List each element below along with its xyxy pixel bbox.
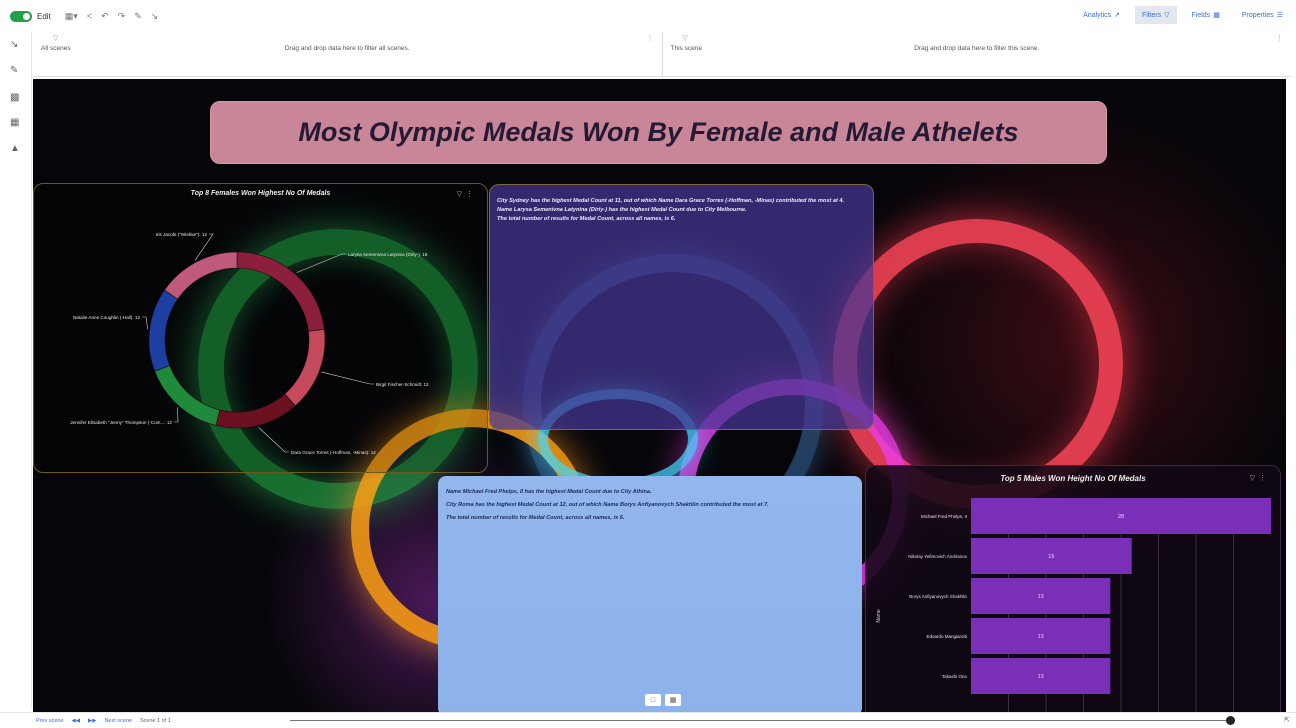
narrative-line: Name Larysa Semenivna Latynina (Diriy-) … [497, 207, 747, 213]
scene-count: Scene 1 of 1 [139, 717, 171, 724]
status-bar: Prev scene ◀◀ ▶▶ Next scene Scene 1 of 1… [0, 712, 1296, 728]
scene-canvas: Most Olympic Medals Won By Female and Ma… [33, 79, 1286, 712]
bar-category-label: Takashi Ono [942, 674, 968, 679]
bar-category-label: Edoardo Mangiarotti [926, 634, 967, 639]
zoom-slider-thumb[interactable] [1226, 716, 1235, 725]
last-scene-icon[interactable]: ▶▶ [88, 718, 96, 724]
bar-value-label: 13 [1038, 634, 1044, 640]
donut-label: Larysa Semenivna Latynina (Diriy-): 18 [348, 252, 428, 257]
donut-label: Birgit Fischer-Schmidt: 12 [376, 382, 429, 387]
filters-label: Filters [1142, 11, 1162, 19]
fields-button[interactable]: Fields ▦ [1185, 6, 1227, 24]
donut-leader-line [296, 253, 346, 273]
bar-category-label: Nikolay Yefimovich Andrianov [908, 554, 968, 559]
select-tool-icon[interactable]: ↘ [10, 40, 18, 50]
grid-menu-icon[interactable]: ▦▾ [65, 11, 78, 21]
left-rail: ↘ ✎ ▩ ▦ ▲ [0, 32, 32, 708]
donut-leader-line [321, 371, 374, 385]
table-tool-icon[interactable]: ▦ [10, 118, 19, 128]
bar-value-label: 13 [1038, 674, 1044, 680]
filter-funnel-icon: ▽ [682, 35, 688, 42]
donut-slice[interactable] [236, 251, 325, 332]
page-title: Most Olympic Medals Won By Female and Ma… [298, 117, 1019, 147]
analytics-icon: ↗ [1114, 12, 1121, 19]
narrative-box-top[interactable]: City Sydney has the highest Medal Count … [489, 184, 874, 430]
female-donut-chart: Larysa Semenivna Latynina (Diriy-): 18 Bi… [70, 232, 429, 455]
chart-tool-icon[interactable]: ▩ [10, 93, 19, 103]
filter-funnel-icon: ▽ [53, 35, 59, 42]
bar-value-label: 13 [1038, 594, 1044, 600]
donut-leader-line [174, 407, 179, 423]
pen-tool-icon[interactable]: ✎ [10, 66, 18, 76]
this-scene-filter[interactable]: ▽ This scene Drag and drop data here to … [661, 32, 1292, 76]
next-scene-link[interactable]: Next scene [104, 718, 132, 724]
donut-leader-line [258, 427, 289, 453]
filter-bar: ▽ All scenes Drag and drop data here to … [33, 32, 1291, 77]
male-bar-panel[interactable]: Top 5 Males Won Height No Of Medals ▽⋮ N… [865, 465, 1281, 712]
narrative-line: City Roma has the highest Medal Count at… [446, 502, 769, 508]
donut-label: Jennifer Elisabeth "Jenny" Thompson (-Cu… [70, 420, 172, 425]
all-scenes-filter[interactable]: ▽ All scenes Drag and drop data here to … [33, 32, 662, 76]
edit-mode-toggle[interactable] [10, 10, 32, 22]
female-donut-panel[interactable]: Top 8 Females Won Highest No Of Medals ▽… [33, 183, 488, 473]
more-icon[interactable]: ⋮ [1276, 34, 1283, 42]
donut-label: Iris Jacobi ("Wiebke"): 12 [156, 232, 208, 237]
toolbar-right: Analytics ↗ Filters ▽ Fields ▦ Propertie… [1076, 6, 1290, 24]
all-scenes-hint: Drag and drop data here to filter all sc… [284, 45, 410, 52]
donut-slice[interactable] [148, 289, 179, 372]
share-icon[interactable]: < [87, 11, 92, 21]
donut-leader-line [142, 316, 148, 330]
first-scene-icon[interactable]: ◀◀ [72, 718, 80, 724]
narrative-box-bottom[interactable]: Name Michael Fred Phelps, II has the hig… [438, 476, 862, 712]
bar-category-label: Michael Fred Phelps, II [921, 514, 967, 519]
top-toolbar: Edit ▦▾ < ↶ ↷ ✎ ↘ Analytics ↗ Filters ▽ … [0, 0, 1296, 32]
mini-pager: □ ▦ [645, 694, 681, 706]
donut-slice[interactable] [215, 393, 296, 429]
pencil-icon[interactable]: ✎ [134, 11, 142, 21]
this-scene-hint: Drag and drop data here to filter this s… [914, 45, 1040, 52]
prev-scene-link[interactable]: Prev scene [36, 718, 64, 724]
bar-value-label: 28 [1118, 514, 1124, 520]
more-icon[interactable]: ⋮ [647, 34, 654, 42]
narrative-line: City Sydney has the highest Medal Count … [497, 198, 845, 204]
grid-icon[interactable]: ▦ [665, 694, 681, 706]
pointer-icon[interactable]: ↘ [151, 11, 159, 21]
narrative-line: Name Michael Fred Phelps, II has the hig… [446, 489, 652, 495]
redo-icon[interactable]: ↷ [118, 11, 126, 21]
donut-slice[interactable] [164, 251, 238, 300]
donut-slice[interactable] [284, 329, 326, 407]
narrative-line: The total number of results for Medal Co… [497, 216, 676, 222]
narrative-line: The total number of results for Medal Co… [446, 515, 625, 521]
title-banner[interactable]: Most Olympic Medals Won By Female and Ma… [210, 101, 1107, 164]
donut-slice[interactable] [154, 365, 221, 426]
filter-icon: ▽ [1164, 12, 1170, 19]
y-axis-label: Name [876, 609, 882, 623]
properties-button[interactable]: Properties ☰ [1235, 6, 1290, 24]
fields-label: Fields [1191, 11, 1211, 19]
table-icon: ▦ [1213, 12, 1220, 19]
properties-label: Properties [1241, 11, 1274, 19]
analytics-label: Analytics [1083, 11, 1112, 19]
undo-icon[interactable]: ↶ [101, 11, 109, 21]
donut-label: Dara Grace Torres (-Hoffman, -Minas): 12 [291, 450, 376, 455]
zoom-slider-track[interactable] [290, 720, 1235, 721]
bar-value-label: 15 [1048, 554, 1054, 560]
analytics-button[interactable]: Analytics ↗ [1076, 6, 1127, 24]
bar-category-label: Borys Anfiyanovych Shakhlin [909, 594, 967, 599]
sliders-icon: ☰ [1276, 12, 1283, 19]
filters-button[interactable]: Filters ▽ [1135, 6, 1177, 24]
donut-label: Natalie Anne Coughlin (-Hall): 12 [73, 315, 140, 320]
edit-mode-label: Edit [37, 11, 51, 21]
toolbar-actions: ▦▾ < ↶ ↷ ✎ ↘ [65, 11, 159, 21]
male-bar-chart: Name Michael Fred Phelps, II 28 Nikolay Yef… [876, 498, 1271, 712]
shapes-tool-icon[interactable]: ▲ [10, 144, 20, 154]
expand-icon[interactable]: □ [645, 694, 661, 706]
fit-to-screen-icon[interactable]: ⇱ [1284, 716, 1290, 724]
